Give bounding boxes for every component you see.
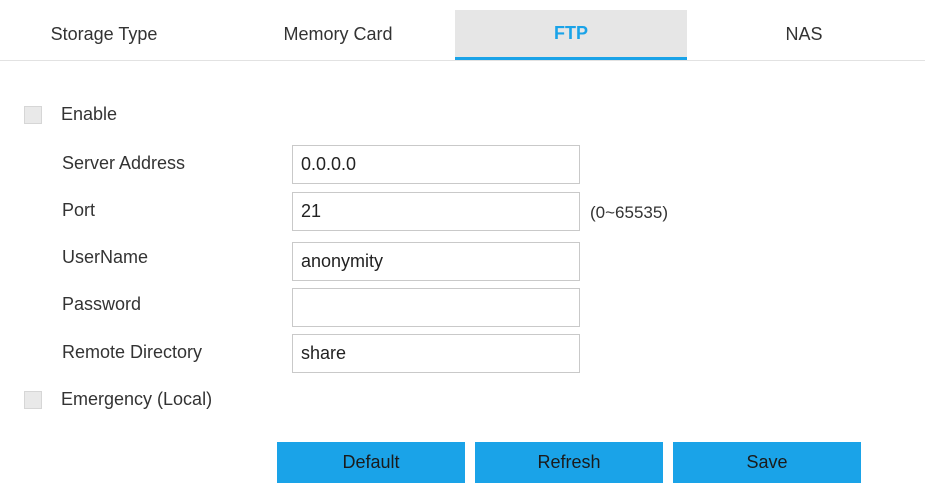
save-button[interactable]: Save — [673, 442, 861, 483]
remote-directory-input[interactable] — [292, 334, 580, 373]
ftp-settings-page: Storage Type Memory Card FTP NAS Enable … — [0, 0, 925, 483]
emergency-row: Emergency (Local) — [24, 389, 212, 410]
port-input[interactable] — [292, 192, 580, 231]
refresh-button[interactable]: Refresh — [475, 442, 663, 483]
password-label: Password — [62, 294, 142, 314]
default-button[interactable]: Default — [277, 442, 465, 483]
port-label: Port — [62, 200, 96, 220]
storage-tab-bar: Storage Type Memory Card FTP NAS — [0, 0, 925, 61]
tab-memory-card[interactable]: Memory Card — [222, 10, 454, 59]
enable-label: Enable — [61, 104, 118, 124]
enable-row: Enable — [24, 104, 117, 125]
password-input[interactable] — [292, 288, 580, 327]
server-address-input[interactable] — [292, 145, 580, 184]
tab-storage-type[interactable]: Storage Type — [0, 10, 220, 59]
tab-nas[interactable]: NAS — [688, 10, 920, 59]
username-input[interactable] — [292, 242, 580, 281]
tab-ftp[interactable]: FTP — [455, 10, 687, 60]
emergency-label: Emergency (Local) — [61, 389, 213, 409]
port-range-hint: (0~65535) — [590, 203, 668, 222]
username-label: UserName — [62, 247, 149, 267]
enable-checkbox[interactable] — [24, 105, 42, 124]
server-address-label: Server Address — [62, 153, 186, 173]
emergency-checkbox[interactable] — [24, 390, 42, 409]
remote-directory-label: Remote Directory — [62, 342, 203, 362]
